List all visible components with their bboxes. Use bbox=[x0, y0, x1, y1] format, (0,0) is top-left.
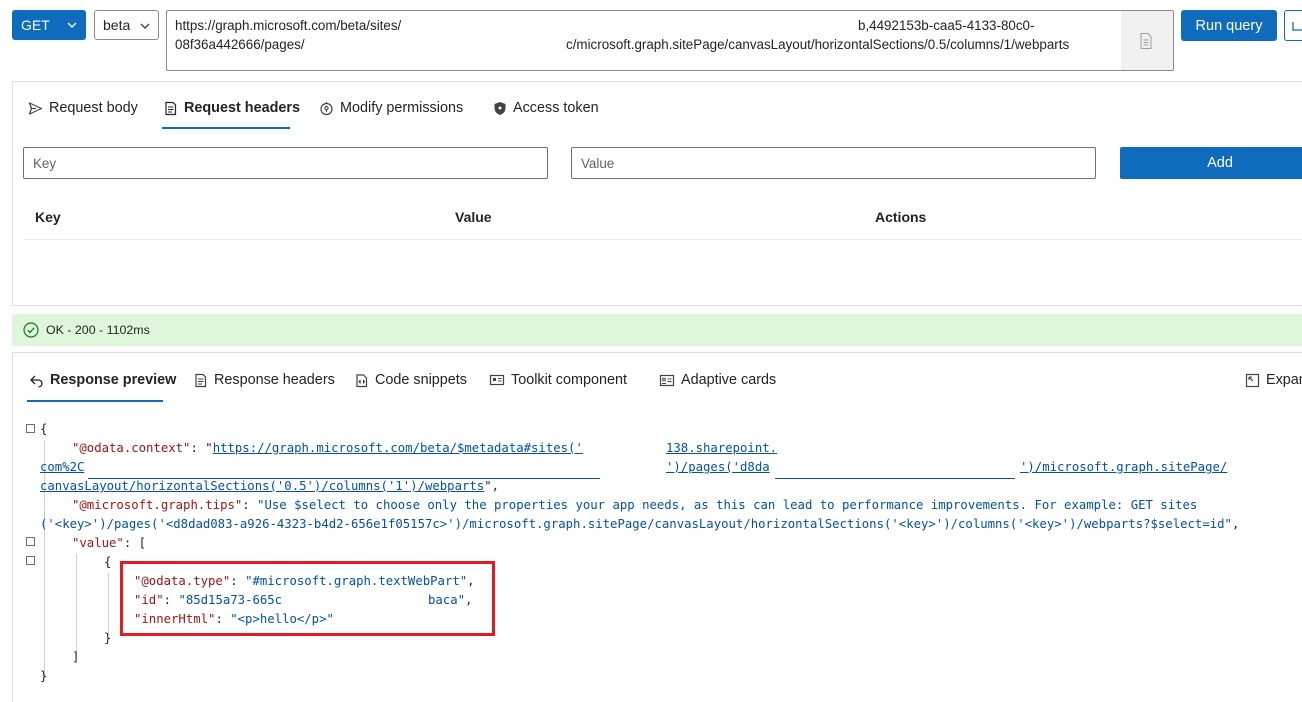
tab-label: Request body bbox=[49, 100, 138, 116]
lock-icon bbox=[494, 101, 506, 115]
json-line: com%2C bbox=[40, 458, 84, 477]
json-link[interactable]: com%2C bbox=[40, 460, 84, 474]
tab-label: Modify permissions bbox=[340, 100, 464, 116]
json-brace: { bbox=[104, 555, 112, 569]
json-string: "Use $select to choose only the properti… bbox=[257, 498, 1198, 512]
json-line: canvasLayout/horizontalSections('0.5')/c… bbox=[40, 479, 500, 493]
fold-toggle[interactable] bbox=[26, 556, 35, 565]
active-tab-indicator bbox=[27, 400, 163, 402]
json-brace: { bbox=[40, 422, 48, 436]
snippet-icon bbox=[356, 373, 368, 387]
url-text-part: https://graph.microsoft.com/beta/sites/ bbox=[175, 18, 402, 33]
json-line: "value": [ bbox=[72, 536, 147, 550]
status-message-bar: OK - 200 - 1102ms bbox=[12, 314, 1302, 346]
tab-modify-permissions[interactable]: Modify permissions bbox=[319, 100, 463, 116]
success-check-icon bbox=[23, 322, 39, 338]
run-query-button[interactable]: Run query bbox=[1181, 10, 1277, 41]
json-link[interactable]: 138.sharepoint. bbox=[666, 441, 777, 455]
tab-adaptive-cards[interactable]: Adaptive cards bbox=[659, 372, 776, 388]
expand-label: Expan bbox=[1266, 372, 1302, 388]
json-brace: } bbox=[40, 669, 48, 683]
tab-label: Adaptive cards bbox=[681, 372, 777, 388]
add-header-button[interactable]: Add bbox=[1120, 147, 1302, 179]
json-line: 138.sharepoint. bbox=[666, 439, 777, 458]
status-text: OK - 200 - 1102ms bbox=[46, 323, 150, 337]
json-line: ('<key>')/pages('<d8dad083-a926-4323-b4d… bbox=[40, 517, 1240, 531]
url-sample-query-button[interactable] bbox=[1121, 11, 1173, 70]
tab-label: Response preview bbox=[50, 372, 177, 388]
column-header-actions: Actions bbox=[875, 209, 927, 225]
tab-response-headers[interactable]: Response headers bbox=[193, 372, 335, 388]
url-text-part: 08f36a442666/pages/ bbox=[175, 37, 305, 52]
tab-label: Response headers bbox=[214, 372, 335, 388]
json-line: ')/pages('d8da bbox=[666, 458, 770, 477]
request-url-input[interactable]: https://graph.microsoft.com/beta/sites/ … bbox=[166, 10, 1174, 71]
chevron-down-icon bbox=[67, 22, 77, 28]
column-header-value: Value bbox=[455, 209, 492, 225]
chevron-down-icon bbox=[140, 23, 150, 29]
indent-guide bbox=[76, 554, 77, 654]
tab-label: Toolkit component bbox=[511, 372, 627, 388]
toolkit-icon bbox=[489, 374, 505, 385]
header-key-input[interactable]: Key bbox=[23, 147, 548, 179]
url-text-part: b,4492153b-caa5-4133-80c0- bbox=[858, 18, 1035, 33]
json-string: ('<key>')/pages('<d8dad083-a926-4323-b4d… bbox=[40, 517, 1232, 531]
json-key: "@odata.context" bbox=[72, 441, 191, 455]
redaction bbox=[88, 459, 600, 479]
json-link[interactable]: ')/pages('d8da bbox=[666, 460, 770, 474]
redaction bbox=[775, 459, 1015, 479]
tab-label: Access token bbox=[513, 100, 599, 116]
json-link[interactable]: https://graph.microsoft.com/beta/$metada… bbox=[213, 441, 583, 455]
http-method-label: GET bbox=[21, 17, 50, 33]
headers-icon bbox=[195, 373, 207, 387]
back-arrow-icon bbox=[30, 375, 43, 388]
json-bracket: ] bbox=[72, 650, 80, 664]
tab-label: Request headers bbox=[184, 100, 300, 116]
active-tab-indicator bbox=[162, 127, 290, 129]
tab-request-headers[interactable]: Request headers bbox=[163, 100, 300, 116]
expand-button[interactable]: Expan bbox=[1245, 372, 1302, 388]
share-icon bbox=[1292, 22, 1302, 31]
api-version-label: beta bbox=[103, 17, 131, 33]
share-button[interactable] bbox=[1284, 10, 1302, 41]
tab-toolkit-component[interactable]: Toolkit component bbox=[489, 372, 627, 388]
headers-icon bbox=[165, 101, 177, 115]
fold-toggle[interactable] bbox=[26, 424, 35, 433]
card-icon bbox=[659, 374, 675, 386]
document-icon bbox=[1140, 33, 1152, 49]
api-version-dropdown[interactable]: beta bbox=[94, 10, 159, 40]
tab-response-preview[interactable]: Response preview bbox=[29, 372, 176, 388]
json-key: "value" bbox=[72, 536, 124, 550]
url-text-part: c/microsoft.graph.sitePage/canvasLayout/… bbox=[566, 37, 1070, 52]
tab-request-body[interactable]: Request body bbox=[28, 100, 138, 116]
json-line: "@microsoft.graph.tips": "Use $select to… bbox=[72, 498, 1198, 512]
json-link[interactable]: canvasLayout/horizontalSections('0.5')/c… bbox=[40, 479, 484, 493]
expand-icon bbox=[1245, 373, 1260, 387]
request-panel: Request body Request headers Modify perm… bbox=[12, 81, 1302, 306]
header-value-placeholder: Value bbox=[581, 155, 615, 171]
header-key-placeholder: Key bbox=[33, 155, 57, 171]
json-brace: } bbox=[104, 631, 112, 645]
fold-toggle[interactable] bbox=[26, 537, 35, 546]
permissions-icon bbox=[320, 101, 333, 115]
indent-guide bbox=[108, 573, 109, 635]
tab-access-token[interactable]: Access token bbox=[493, 100, 599, 116]
annotation-highlight-box bbox=[120, 561, 495, 636]
json-key: "@microsoft.graph.tips" bbox=[72, 498, 243, 512]
json-line: ')/microsoft.graph.sitePage/ bbox=[1020, 458, 1227, 477]
json-link[interactable]: ')/microsoft.graph.sitePage/ bbox=[1020, 460, 1227, 474]
divider bbox=[23, 239, 1302, 240]
header-value-input[interactable]: Value bbox=[571, 147, 1096, 179]
tab-code-snippets[interactable]: Code snippets bbox=[354, 372, 467, 388]
column-header-key: Key bbox=[35, 209, 61, 225]
json-line: "@odata.context": "https://graph.microso… bbox=[72, 441, 583, 455]
tab-label: Code snippets bbox=[375, 372, 468, 388]
http-method-dropdown[interactable]: GET bbox=[12, 10, 86, 40]
send-icon bbox=[28, 101, 43, 115]
